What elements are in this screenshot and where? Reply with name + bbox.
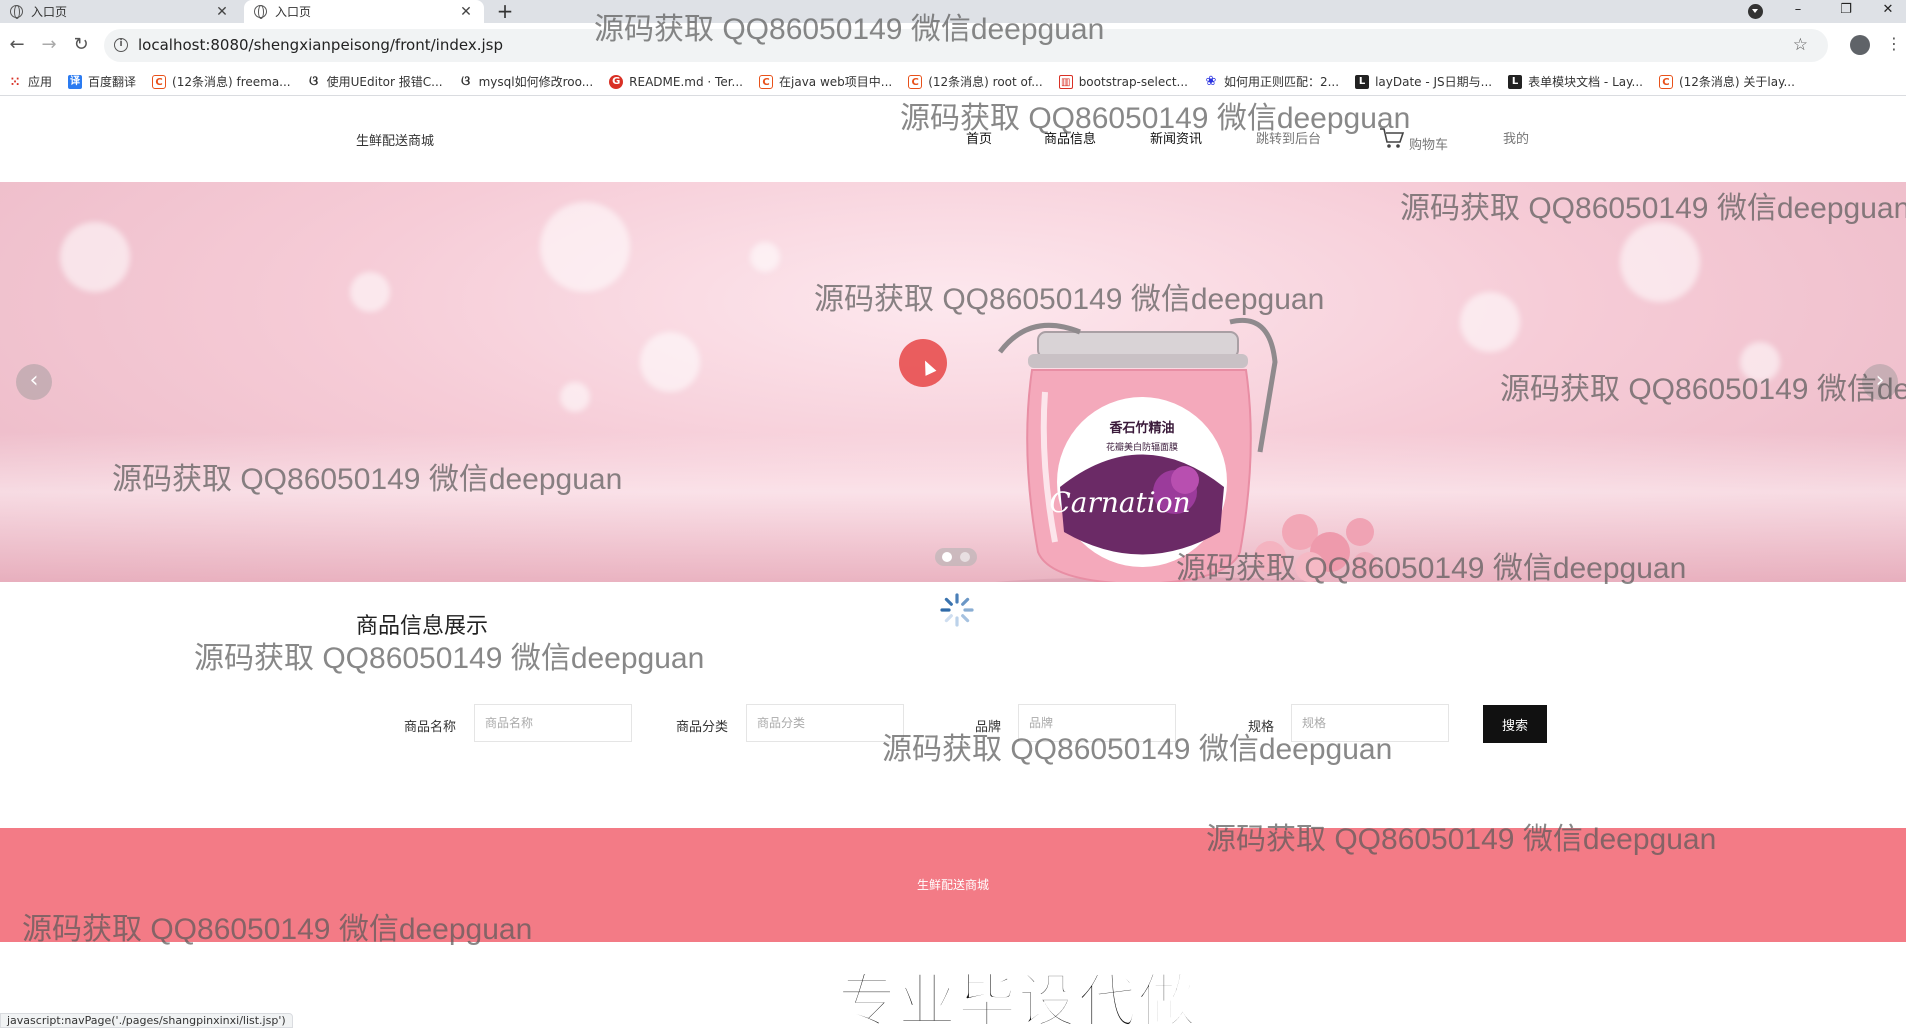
minimize-button[interactable]: – xyxy=(1776,0,1820,23)
bookmark-item[interactable]: L 表单模块文档 - Lay... xyxy=(1508,73,1643,90)
nav-mine[interactable]: 我的 xyxy=(1503,128,1529,147)
bokeh-light xyxy=(750,242,780,272)
jar-label-line1: 香石竹精油 xyxy=(1108,420,1174,436)
url-text[interactable]: localhost:8080/shengxianpeisong/front/in… xyxy=(138,29,503,62)
bookmark-item[interactable]: ଓ 使用UEditor 报错C... xyxy=(307,73,442,90)
bookmark-apps[interactable]: ⁙ 应用 xyxy=(8,73,52,90)
bookmark-item[interactable]: ଓ mysql如何修改roo... xyxy=(459,73,593,90)
bootstrap-icon: ▥ xyxy=(1058,74,1073,89)
nav-news[interactable]: 新闻资讯 xyxy=(1150,128,1202,147)
bookmark-item[interactable]: G README.md · Ter... xyxy=(609,74,743,89)
spec-input[interactable] xyxy=(1291,704,1449,742)
csdn-icon: C xyxy=(759,74,773,89)
bokeh-light xyxy=(540,202,630,292)
csdn-icon: C xyxy=(152,74,167,89)
bookmark-item[interactable]: ❀ 如何用正则匹配：2... xyxy=(1204,73,1340,90)
carousel-next-button[interactable]: › xyxy=(1862,364,1898,400)
carousel-prev-button[interactable]: ‹ xyxy=(16,364,52,400)
section-title: 商品信息展示 xyxy=(356,614,489,639)
bokeh-light xyxy=(1460,292,1520,352)
apps-icon: ⁙ xyxy=(9,74,21,89)
brand-input[interactable] xyxy=(1018,704,1176,742)
jar-brand: Carnation xyxy=(1049,486,1190,519)
bokeh-light xyxy=(350,272,390,312)
bokeh-light xyxy=(60,222,130,292)
csdn-icon: C xyxy=(908,74,923,89)
address-bar[interactable]: i localhost:8080/shengxianpeisong/front/… xyxy=(104,29,1828,62)
product-jar-image: 香石竹精油 花瓣美白防辐面膜 Carnation xyxy=(995,317,1377,582)
bookmark-star-icon[interactable]: ☆ xyxy=(1793,35,1808,55)
footer-text: 生鲜配送商城 xyxy=(916,878,989,892)
translate-icon: 译 xyxy=(68,74,83,89)
product-name-label: 商品名称 xyxy=(404,720,457,735)
new-tab-button[interactable]: + xyxy=(494,0,516,23)
carousel-dot-1[interactable] xyxy=(942,552,953,562)
forward-arrow-icon[interactable]: → xyxy=(38,34,60,56)
search-button[interactable]: 搜索 xyxy=(1483,705,1547,743)
bookmark-item[interactable]: 译百度翻译 xyxy=(68,73,136,90)
tab-title: 入口页 xyxy=(31,5,68,19)
nav-products[interactable]: 商品信息 xyxy=(1044,128,1096,147)
close-tab-icon[interactable]: ✕ xyxy=(458,4,474,20)
carousel-indicators xyxy=(935,548,977,566)
carousel-dot-2[interactable] xyxy=(959,552,970,562)
bookmark-item[interactable]: C (12条消息) 关于lay... xyxy=(1658,73,1795,90)
bookmark-item[interactable]: LlayDate - JS日期与... xyxy=(1355,73,1492,90)
site-logo[interactable]: 生鲜配送商城 xyxy=(356,130,434,149)
category-label: 商品分类 xyxy=(676,720,729,735)
restore-button[interactable]: ❐ xyxy=(1824,0,1868,23)
bookmark-item[interactable]: C (12条消息) root of... xyxy=(908,73,1043,90)
close-window-button[interactable]: ✕ xyxy=(1866,0,1906,23)
globe-icon xyxy=(10,5,23,19)
bokeh-light xyxy=(1620,222,1700,302)
layui-icon: L xyxy=(1355,74,1370,89)
globe-icon xyxy=(254,5,267,19)
baidu-icon: ❀ xyxy=(1205,73,1217,89)
loading-spinner-icon xyxy=(940,593,974,627)
browser-toolbar: ← → ↻ i localhost:8080/shengxianpeisong/… xyxy=(0,23,1906,68)
site-footer: 生鲜配送商城 xyxy=(0,828,1906,942)
bokeh-light xyxy=(640,332,700,392)
nav-home[interactable]: 首页 xyxy=(966,128,992,147)
github-icon: ଓ xyxy=(461,73,471,89)
spec-label: 规格 xyxy=(1248,720,1275,735)
site-info-icon[interactable]: i xyxy=(114,38,128,52)
browser-tab[interactable]: 入口页 ✕ xyxy=(0,0,240,23)
account-icon[interactable] xyxy=(1850,35,1870,55)
status-bar-url: javascript:navPage('./pages/shangpinxinx… xyxy=(0,1013,293,1028)
browser-tab-strip: 入口页 ✕ 入口页 ✕ + – ❐ ✕ xyxy=(0,0,1906,23)
bookmark-item[interactable]: C 在java web项目中... xyxy=(759,73,892,90)
site-header: 生鲜配送商城 首页 商品信息 新闻资讯 跳转到后台 购物车 我的 xyxy=(0,96,1906,182)
browser-tab-active[interactable]: 入口页 ✕ xyxy=(244,0,484,23)
bookmark-item[interactable]: ▥ bootstrap-select... xyxy=(1058,74,1188,89)
search-form: 商品名称 商品分类 品牌 规格 搜索 xyxy=(0,704,1906,744)
promo-overlay-text: 专业毕设代做 xyxy=(837,966,1199,1028)
github-icon: ଓ xyxy=(309,73,319,89)
bokeh-light xyxy=(560,382,590,412)
tab-title: 入口页 xyxy=(275,5,312,19)
brand-label: 品牌 xyxy=(975,720,1002,735)
banner-carousel[interactable]: 香石竹精油 花瓣美白防辐面膜 Carnation ‹ › xyxy=(0,182,1906,582)
reload-icon[interactable]: ↻ xyxy=(70,34,92,56)
gitee-icon: G xyxy=(609,74,624,89)
close-tab-icon[interactable]: ✕ xyxy=(214,4,230,20)
menu-kebab-icon[interactable]: ⋮ xyxy=(1886,34,1902,54)
bokeh-light xyxy=(1740,342,1780,382)
nav-cart[interactable]: 购物车 xyxy=(1409,134,1448,153)
jar-label-line2: 花瓣美白防辐面膜 xyxy=(1106,441,1178,453)
category-input[interactable] xyxy=(746,704,904,742)
bookmarks-bar: ⁙ 应用 译百度翻译 C (12条消息) freema... ଓ 使用UEditor … xyxy=(0,68,1906,96)
product-name-input[interactable] xyxy=(474,704,632,742)
bookmark-item[interactable]: C (12条消息) freema... xyxy=(152,73,291,90)
screen: 入口页 ✕ 入口页 ✕ + – ❐ ✕ ← → ↻ i localhost:80… xyxy=(0,0,1906,1028)
cart-icon[interactable] xyxy=(1379,127,1405,149)
tab-search-icon[interactable] xyxy=(1748,4,1763,19)
back-arrow-icon[interactable]: ← xyxy=(6,34,28,56)
csdn-icon: C xyxy=(1658,74,1673,89)
layui-icon: L xyxy=(1508,74,1523,89)
nav-admin[interactable]: 跳转到后台 xyxy=(1256,128,1321,147)
